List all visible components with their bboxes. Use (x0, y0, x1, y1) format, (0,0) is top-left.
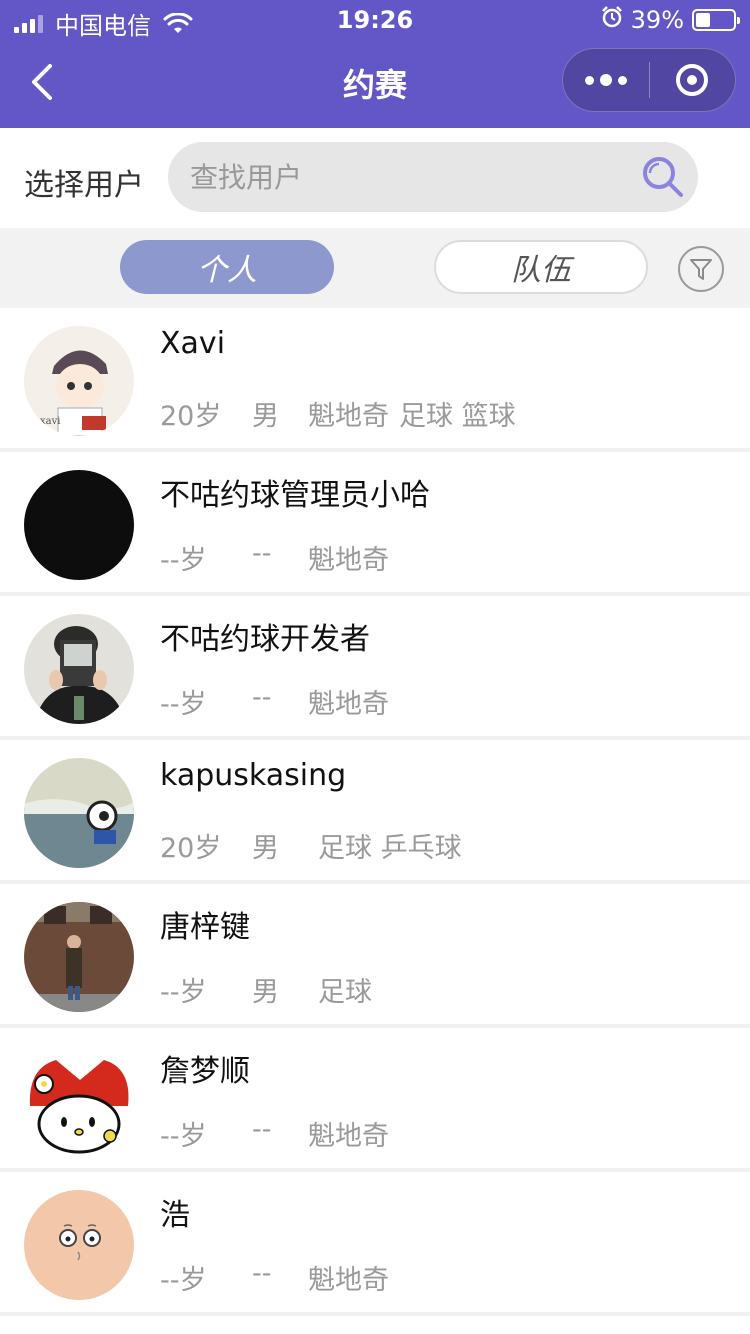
user-name: 詹梦顺 (160, 1054, 250, 1089)
user-name: 浩 (160, 1198, 190, 1233)
user-sports: 足球 乒乓球 (318, 833, 462, 864)
user-age: --岁 (160, 545, 207, 576)
search-row: 选择用户 (0, 128, 750, 228)
status-bar: 中国电信 19:26 39% (0, 0, 750, 40)
user-location: 魁地奇 (308, 401, 389, 432)
user-meta: 20岁 男 足球 乒乓球 (160, 826, 462, 865)
mini-program-capsule (562, 48, 736, 112)
user-meta: --岁 -- 魁地奇 (160, 538, 389, 577)
user-meta: 20岁 男 魁地奇 足球 篮球 (160, 394, 516, 433)
battery-percent: 39% (630, 6, 684, 34)
avatar (24, 758, 134, 868)
filter-button[interactable] (678, 246, 724, 292)
list-item[interactable]: 詹梦顺 --岁 -- 魁地奇 (0, 1028, 750, 1172)
list-item[interactable]: 唐梓键 --岁 男 足球 (0, 884, 750, 1028)
user-meta: --岁 男 足球 (160, 970, 372, 1009)
user-gender: 男 (252, 977, 279, 1008)
user-location: 魁地奇 (308, 1121, 389, 1152)
svg-text:xavi: xavi (40, 416, 60, 427)
filter-icon (690, 259, 712, 280)
user-gender: 男 (252, 401, 279, 432)
user-age: --岁 (160, 1265, 207, 1296)
user-gender: -- (252, 682, 272, 713)
user-age: 20岁 (160, 401, 222, 432)
status-right: 39% (601, 6, 740, 34)
nav-bar: 约赛 (0, 40, 750, 128)
user-gender: -- (252, 1114, 272, 1145)
list-item[interactable]: 浩 --岁 -- 魁地奇 (0, 1172, 750, 1316)
search-button[interactable] (640, 154, 686, 200)
user-age: --岁 (160, 689, 207, 720)
user-age: --岁 (160, 1121, 207, 1152)
list-item[interactable]: xavi Xavi 20岁 男 魁地奇 足球 篮球 (0, 308, 750, 452)
tabs-row: 个人 队伍 (0, 228, 750, 308)
search-label: 选择用户 (24, 168, 144, 203)
user-location: 魁地奇 (308, 545, 389, 576)
list-item[interactable]: kapuskasing 20岁 男 足球 乒乓球 (0, 740, 750, 884)
user-name: 不咕约球开发者 (160, 622, 370, 657)
more-dots-icon (584, 75, 594, 85)
tab-personal[interactable]: 个人 (120, 240, 334, 294)
user-age: 20岁 (160, 833, 222, 864)
user-gender: 男 (252, 833, 279, 864)
battery-fill (696, 13, 711, 27)
list-item[interactable]: 不咕约球管理员小哈 --岁 -- 魁地奇 (0, 452, 750, 596)
user-meta: --岁 -- 魁地奇 (160, 682, 389, 721)
tab-team[interactable]: 队伍 (434, 240, 648, 294)
user-location: 魁地奇 (308, 1265, 389, 1296)
avatar: xavi (24, 326, 134, 436)
user-sports: 足球 (318, 977, 372, 1008)
user-name: Xavi (160, 326, 226, 361)
target-icon (676, 64, 709, 96)
user-meta: --岁 -- 魁地奇 (160, 1114, 389, 1153)
user-name: kapuskasing (160, 758, 347, 793)
alarm-icon (601, 6, 623, 34)
user-gender: -- (252, 1258, 272, 1289)
list-item[interactable]: 不咕约球开发者 --岁 -- 魁地奇 (0, 596, 750, 740)
app-header: 中国电信 19:26 39% 约赛 (0, 0, 750, 128)
close-program-button[interactable] (650, 48, 736, 112)
search-input[interactable] (190, 156, 610, 198)
user-name: 唐梓键 (160, 910, 250, 945)
search-box (168, 142, 698, 212)
avatar (24, 470, 134, 580)
battery-icon (692, 9, 740, 31)
user-age: --岁 (160, 977, 207, 1008)
avatar (24, 1046, 134, 1156)
user-meta: --岁 -- 魁地奇 (160, 1258, 389, 1297)
user-list: xavi Xavi 20岁 男 魁地奇 足球 篮球 不咕约球管理员小哈 --岁 … (0, 308, 750, 1316)
avatar (24, 902, 134, 1012)
user-name: 不咕约球管理员小哈 (160, 478, 430, 513)
more-button[interactable] (563, 48, 649, 112)
user-sports: 足球 篮球 (399, 401, 516, 432)
avatar (24, 1190, 134, 1300)
user-gender: -- (252, 538, 272, 569)
user-location: 魁地奇 (308, 689, 389, 720)
avatar (24, 614, 134, 724)
search-icon (643, 157, 683, 197)
